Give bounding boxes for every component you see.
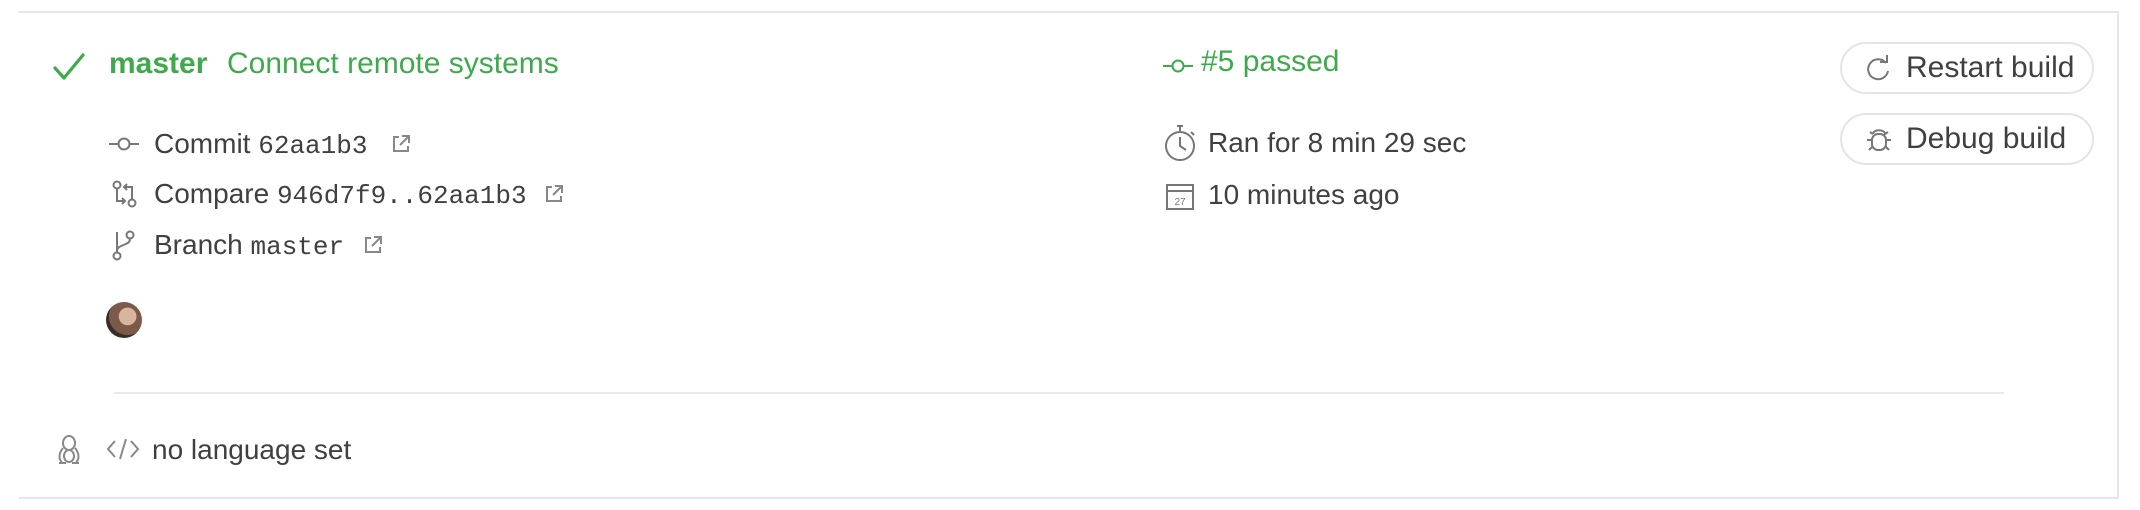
restart-build-label: Restart build (1906, 51, 2075, 84)
debug-icon (1867, 129, 1891, 151)
debug-build-button[interactable]: Debug build (1840, 113, 2094, 165)
svg-text:27: 27 (1174, 197, 1186, 208)
branch-link[interactable]: Branch master (154, 227, 344, 265)
branch-name-link[interactable]: master (109, 44, 207, 84)
branch-value: master (250, 232, 345, 262)
commit-icon (109, 137, 139, 151)
build-duration: Ran for 8 min 29 sec (1208, 127, 1467, 158)
linux-icon (58, 435, 80, 464)
stopwatch-icon (1165, 125, 1195, 161)
calendar-icon: 27 (1166, 184, 1194, 210)
commit-label: Commit (154, 128, 251, 159)
compare-link[interactable]: Compare 946d7f9..62aa1b3 (154, 176, 527, 214)
compare-range: 946d7f9..62aa1b3 (276, 181, 527, 211)
branch-label: Branch (154, 229, 243, 260)
code-icon (106, 438, 140, 460)
compare-icon (112, 180, 137, 208)
restart-build-button[interactable]: Restart build (1840, 42, 2094, 94)
compare-label: Compare (154, 178, 270, 209)
build-status-link[interactable]: #5 passed (1201, 42, 1339, 82)
language-text: no language set (152, 434, 352, 465)
debug-build-label: Debug build (1906, 122, 2067, 155)
external-link-icon[interactable] (362, 234, 384, 256)
check-icon (53, 53, 85, 80)
restart-icon (1867, 55, 1889, 81)
section-divider (114, 392, 2004, 394)
external-link-icon[interactable] (543, 183, 565, 205)
committer-avatar[interactable] (106, 302, 142, 338)
commit-link[interactable]: Commit 62aa1b3 (154, 126, 367, 164)
branch-icon (112, 230, 135, 261)
commit-message-link[interactable]: Connect remote systems (227, 44, 559, 84)
commit-sha: 62aa1b3 (258, 131, 368, 161)
external-link-icon[interactable] (390, 133, 412, 155)
commit-icon (1163, 59, 1193, 73)
build-finished-time: 10 minutes ago (1208, 179, 1400, 210)
